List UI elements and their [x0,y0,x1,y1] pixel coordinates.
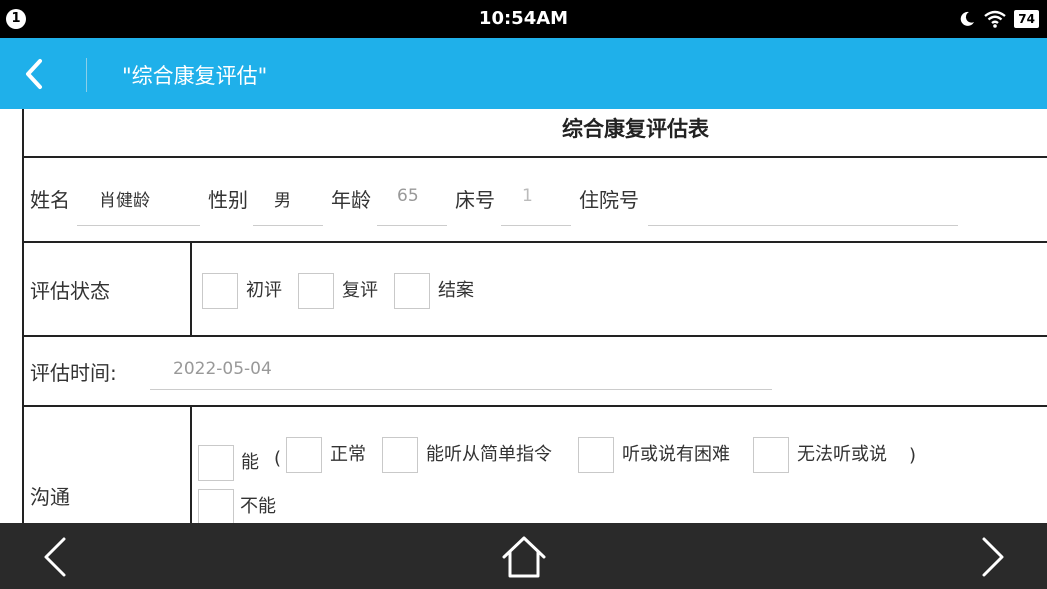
difficulty-hearing-speaking-checkbox[interactable] [578,437,614,473]
cannot-communicate-label: 不能 [240,496,276,517]
bed-field-underline [501,225,571,226]
assessment-time-row: 评估时间: 2022-05-04 [24,337,1047,407]
age-field[interactable]: 65 [397,186,419,206]
status-bar: 1 10:54AM 74 [0,0,1047,38]
home-icon[interactable] [500,535,548,579]
admission-number-underline [648,225,958,226]
assessment-status-label: 评估状态 [30,279,110,303]
assessment-form: 综合康复评估表 姓名 肖健龄 性别 男 年龄 65 床号 1 住院号 评估状态 … [22,109,1047,523]
back-arrow-icon[interactable] [36,535,76,579]
difficulty-hearing-speaking-label: 听或说有困难 [622,444,730,465]
reassessment-label: 复评 [342,280,378,301]
moon-icon [961,11,975,26]
communication-label: 沟通 [30,485,70,509]
form-title: 综合康复评估表 [562,117,709,141]
patient-info-row: 姓名 肖健龄 性别 男 年龄 65 床号 1 住院号 [24,158,1047,243]
bed-label: 床号 [455,188,495,212]
form-scroll-area[interactable]: 综合康复评估表 姓名 肖健龄 性别 男 年龄 65 床号 1 住院号 评估状态 … [0,109,1047,523]
assessment-date-underline [150,389,772,390]
assessment-date-field[interactable]: 2022-05-04 [173,359,272,379]
case-closed-label: 结案 [438,280,474,301]
navigation-bar [0,523,1047,589]
forward-arrow-icon[interactable] [972,535,1012,579]
age-label: 年龄 [331,188,371,212]
assessment-time-label: 评估时间: [30,361,117,385]
close-paren: ) [909,445,917,466]
app-bar: "综合康复评估" [0,38,1047,109]
normal-label: 正常 [330,444,366,465]
name-label: 姓名 [30,188,70,212]
name-field-underline [77,225,200,226]
can-communicate-label: 能 [241,452,259,473]
can-communicate-checkbox[interactable] [198,445,234,481]
open-paren: ( [274,448,282,469]
gender-label: 性别 [208,188,248,212]
case-closed-checkbox[interactable] [394,273,430,309]
follows-simple-instructions-label: 能听从简单指令 [426,444,552,465]
admission-number-label: 住院号 [579,188,639,212]
communication-row: 沟通 能 ( 正常 能听从简单指令 听或说有困难 无法听或说 ) 不能 [24,407,1047,523]
assessment-status-row: 评估状态 初评 复评 结案 [24,243,1047,337]
cannot-hear-or-speak-checkbox[interactable] [753,437,789,473]
normal-checkbox[interactable] [286,437,322,473]
cannot-hear-or-speak-label: 无法听或说 [797,444,887,465]
chevron-left-icon[interactable] [18,56,54,92]
age-field-underline [377,225,447,226]
gender-field-underline [253,225,323,226]
gender-field[interactable]: 男 [274,186,291,211]
bed-field[interactable]: 1 [522,186,533,206]
wifi-icon [984,10,1007,28]
app-bar-divider [86,58,87,92]
follows-simple-instructions-checkbox[interactable] [382,437,418,473]
page-title: "综合康复评估" [122,64,268,88]
battery-icon: 74 [1014,10,1039,28]
form-title-row: 综合康复评估表 [24,109,1047,158]
cannot-communicate-checkbox[interactable] [198,489,234,523]
name-field[interactable]: 肖健龄 [99,186,150,211]
column-divider [190,407,192,523]
column-divider [190,243,192,335]
initial-assessment-label: 初评 [246,280,282,301]
reassessment-checkbox[interactable] [298,273,334,309]
initial-assessment-checkbox[interactable] [202,273,238,309]
status-time: 10:54AM [478,8,569,29]
